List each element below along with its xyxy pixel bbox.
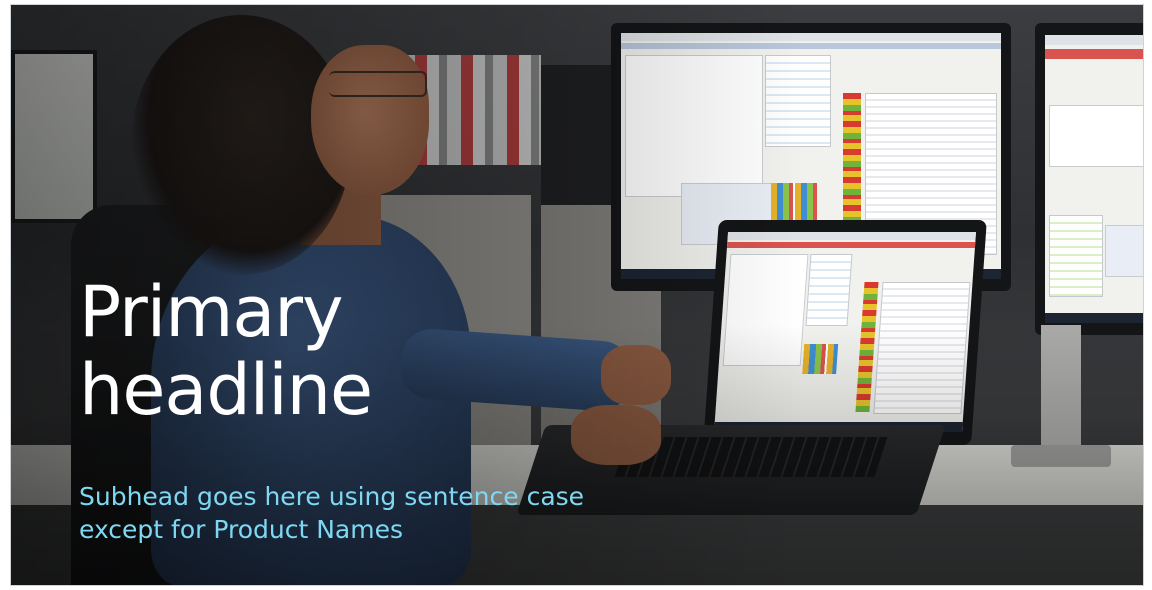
primary-headline: Primary headline [79, 271, 373, 431]
subhead: Subhead goes here using sentence case ex… [79, 482, 585, 544]
title-slide: Primary headline Subhead goes here using… [10, 4, 1144, 586]
